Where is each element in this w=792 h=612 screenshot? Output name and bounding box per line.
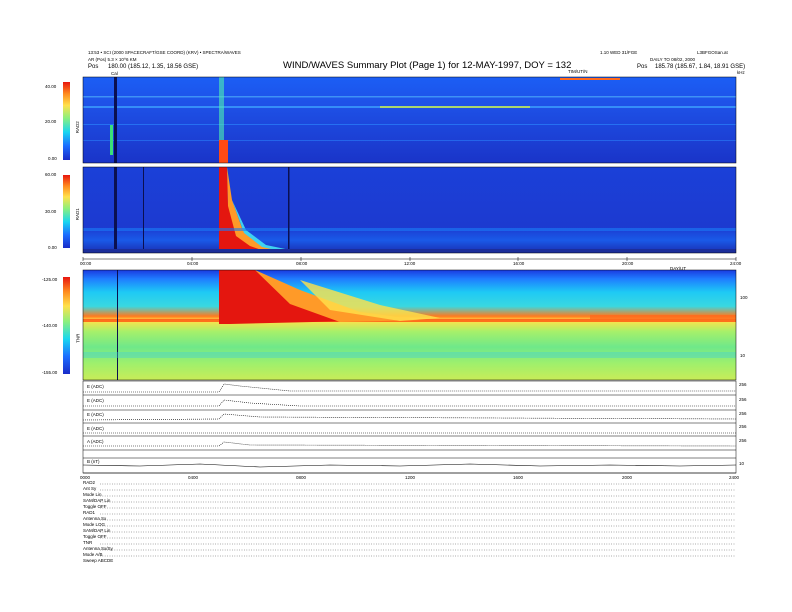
lineplot-label-6: B (nT): [87, 459, 100, 464]
footer-line-0: RAD2: [83, 480, 96, 485]
xaxis-top-3: 12:00: [404, 261, 416, 266]
tnr-right-tick-bottom: 10: [740, 353, 746, 358]
xaxis-top-1: 04:00: [187, 261, 199, 266]
footer-line-11: Antenna Sx/Sy: [83, 546, 113, 551]
footer-line-2: Mode Lin: [83, 492, 102, 497]
footer-line-3: SAM/DAP Lin: [83, 498, 111, 503]
rad2-tick-mid: 20.00: [45, 119, 57, 124]
lineplot-right-3: 256: [739, 424, 747, 429]
rad2-colorbar: [63, 82, 70, 160]
tnr-tick-bottom: -155.00: [42, 370, 58, 375]
lineplot-stack: [82, 380, 737, 474]
rad1-label: RAD1: [74, 208, 80, 221]
xaxis-top-0: 00:00: [80, 261, 92, 266]
rad2-tick-bottom: 0.00: [48, 156, 57, 161]
lineplot-right-1: 256: [739, 397, 747, 402]
rad1-panel: [83, 167, 736, 253]
rad1-tick-mid: 30.00: [45, 209, 57, 214]
xaxis-bottom-4: 1600: [513, 475, 524, 480]
tnr-panel: [83, 270, 736, 380]
rad1-colorbar: [63, 175, 70, 248]
footer-line-5: RAD1: [83, 510, 96, 515]
xaxis-top-6: 24:00: [730, 261, 742, 266]
rad2-label: RAD2: [74, 121, 80, 134]
footer-line-8: SAM/DAP Lin: [83, 528, 111, 533]
footer-line-4: Toggle OFF: [83, 504, 107, 509]
footer-line-6: Antenna Sx: [83, 516, 107, 521]
tnr-label: TNR: [75, 333, 81, 343]
xaxis-top-2: 08:00: [296, 261, 308, 266]
tnr-colorbar: [63, 277, 70, 374]
xaxis-bottom-6: 2400: [729, 475, 740, 480]
lineplot-label-2: E (ADC): [87, 412, 104, 417]
lineplot-right-0: 256: [739, 382, 747, 387]
footer-line-10: TNR: [83, 540, 93, 545]
lineplot-right-4: 256: [739, 438, 747, 443]
lineplot-label-0: E (ADC): [87, 384, 104, 389]
rad1-tick-top: 60.00: [45, 172, 57, 177]
footer-line-12: Mode A/B: [83, 552, 103, 557]
tnr-tick-mid: -140.00: [42, 323, 58, 328]
rad2-panel: [83, 77, 736, 163]
tnr-tick-top: -125.00: [42, 277, 58, 282]
xaxis-top-5: 20:00: [622, 261, 634, 266]
lineplot-label-4: A (ADC): [87, 439, 104, 444]
xaxis-top-unit: DAY/UT: [670, 266, 687, 271]
lineplot-label-1: E (ADC): [87, 398, 104, 403]
footer-line-7: Mode LOG: [83, 522, 106, 527]
footer-dotted-lines: [100, 483, 736, 557]
xaxis-bottom-5: 2000: [622, 475, 633, 480]
xaxis-bottom-3: 1200: [405, 475, 416, 480]
tnr-right-tick-top: 100: [740, 295, 748, 300]
lineplot-label-3: E (ADC): [87, 426, 104, 431]
rad1-tick-bottom: 0.00: [48, 245, 57, 250]
xaxis-bottom-1: 0400: [188, 475, 199, 480]
rad2-tick-top: 40.00: [45, 84, 57, 89]
summary-plot: [63, 76, 737, 557]
footer-line-13: Sweep ABCDE: [83, 558, 114, 563]
footer-line-9: Toggle OFF: [83, 534, 107, 539]
lineplot-right-2: 256: [739, 411, 747, 416]
footer-line-1: Ant Sy: [83, 486, 97, 491]
lineplot-right-6: 10: [739, 461, 745, 466]
xaxis-bottom-2: 0800: [296, 475, 307, 480]
xaxis-top-4: 16:00: [513, 261, 525, 266]
